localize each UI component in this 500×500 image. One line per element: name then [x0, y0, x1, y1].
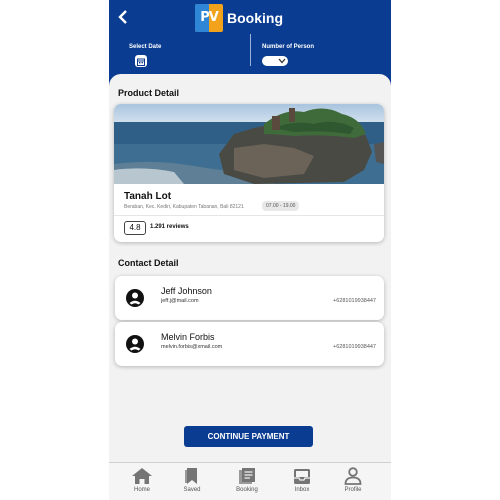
nav-label: Home — [133, 487, 150, 493]
calendar-icon[interactable] — [135, 55, 147, 67]
contact-card[interactable]: Jeff Johnson jeff.j@mail.com +6281019938… — [115, 276, 384, 320]
header-divider — [250, 34, 251, 66]
nav-label: Booking — [236, 487, 258, 493]
nav-item-booking[interactable]: Booking — [227, 467, 267, 500]
home-icon — [132, 468, 152, 484]
app-logo: PV — [195, 4, 223, 32]
contact-phone: +6281019938447 — [333, 344, 376, 350]
select-date-label: Select Date — [129, 44, 162, 50]
nav-item-home[interactable]: Home — [122, 467, 162, 500]
bookmark-icon — [185, 468, 197, 484]
product-image — [114, 104, 384, 184]
number-person-label: Number of Person — [262, 44, 315, 50]
bottom-navigation: Home Saved Booking Inbox Profile — [109, 462, 391, 500]
user-avatar-icon — [126, 335, 144, 353]
page-title: Booking — [227, 10, 283, 26]
opening-hours-badge: 07.00 - 19.00 — [262, 201, 300, 211]
contact-phone: +6281019938447 — [333, 298, 376, 304]
nav-item-saved[interactable]: Saved — [172, 467, 212, 500]
app-screen: PV Booking Select Date Number of Person … — [109, 0, 391, 500]
place-name: Tanah Lot — [124, 191, 172, 202]
nav-label: Inbox — [294, 487, 310, 493]
user-avatar-icon — [126, 289, 144, 307]
product-detail-title: Product Detail — [118, 88, 180, 98]
person-count-select[interactable] — [262, 56, 288, 66]
contact-email: jeff.j@mail.com — [161, 298, 199, 304]
contact-detail-title: Contact Detail — [118, 258, 179, 268]
contact-card[interactable]: Melvin Forbis melvin.forbis@xmail.com +6… — [115, 322, 384, 366]
inbox-icon — [294, 469, 310, 484]
review-count[interactable]: 1.291 reviews — [150, 224, 189, 230]
rating-badge: 4.8 — [124, 221, 146, 235]
contact-name: Jeff Johnson — [161, 286, 212, 296]
profile-icon — [344, 467, 362, 485]
card-divider — [114, 215, 384, 216]
chevron-down-icon — [278, 58, 286, 64]
contact-name: Melvin Forbis — [161, 332, 215, 342]
continue-payment-button[interactable]: CONTINUE PAYMENT — [184, 426, 313, 447]
nav-label: Saved — [183, 487, 201, 493]
contact-email: melvin.forbis@xmail.com — [161, 344, 223, 350]
nav-item-profile[interactable]: Profile — [333, 467, 373, 500]
nav-item-inbox[interactable]: Inbox — [282, 467, 322, 500]
back-arrow-icon[interactable] — [117, 9, 131, 27]
place-address: Beraban, Kec. Kediri, Kabupaten Tabanan,… — [124, 204, 244, 210]
booking-icon — [239, 468, 255, 484]
product-card[interactable]: Tanah Lot Beraban, Kec. Kediri, Kabupate… — [114, 104, 384, 242]
nav-label: Profile — [344, 487, 362, 493]
